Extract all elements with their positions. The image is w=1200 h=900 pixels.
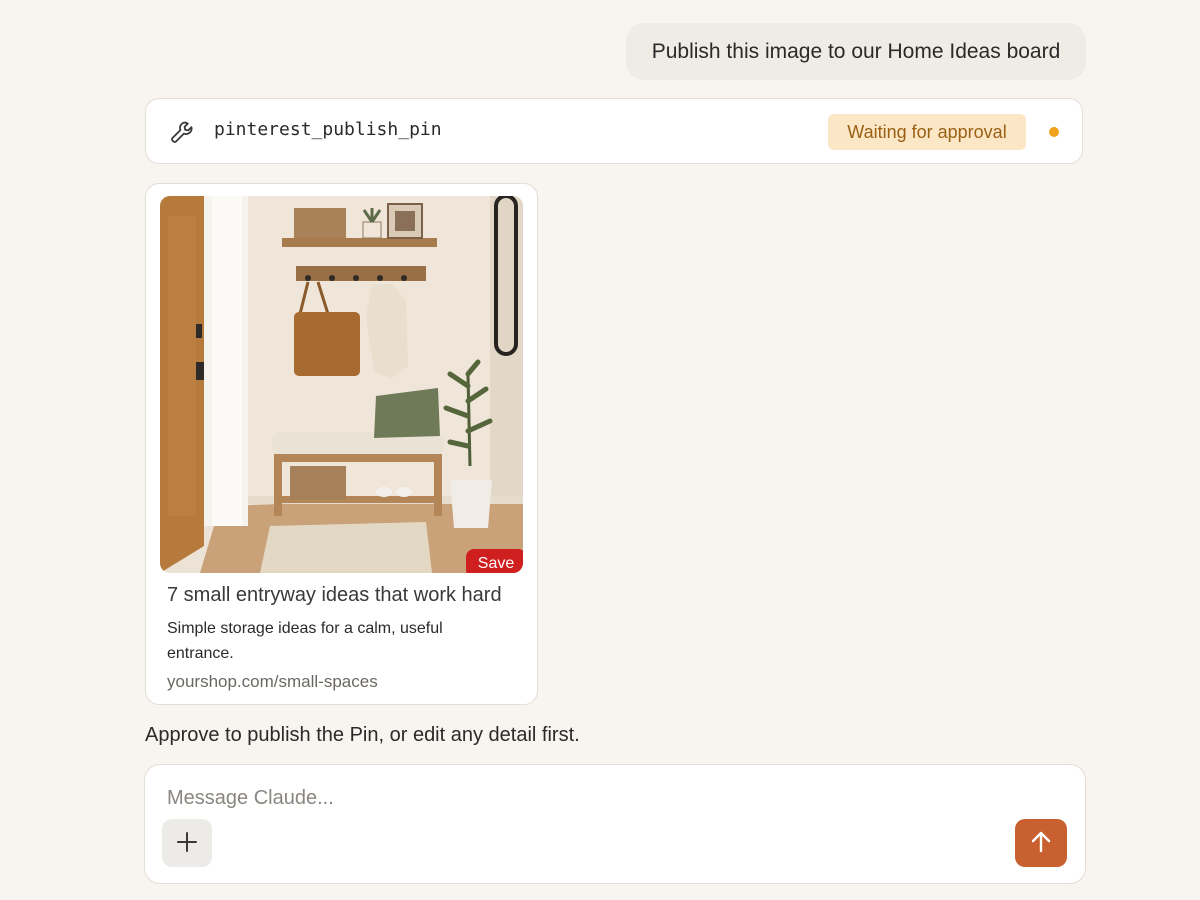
pin-title: 7 small entryway ideas that work hard [167, 584, 502, 606]
user-message-text: Publish this image to our Home Ideas boa… [651, 39, 1061, 63]
chat-page: Publish this image to our Home Ideas boa… [0, 0, 1200, 900]
plus-icon [175, 830, 199, 857]
pin-image: Save [160, 196, 523, 573]
message-composer [144, 764, 1086, 884]
pin-description: Simple storage ideas for a calm, useful … [167, 620, 443, 662]
status-dot [1049, 127, 1059, 137]
wrench-icon [168, 118, 196, 146]
tool-call-card[interactable]: pinterest_publish_pin Waiting for approv… [145, 98, 1083, 164]
status-badge: Waiting for approval [828, 114, 1026, 150]
attach-button[interactable] [162, 819, 212, 867]
arrow-up-icon [1028, 829, 1054, 858]
pin-link[interactable]: yourshop.com/small-spaces [167, 672, 378, 692]
user-message-bubble: Publish this image to our Home Ideas boa… [626, 23, 1086, 80]
assistant-message: Approve to publish the Pin, or edit any … [145, 724, 580, 746]
send-button[interactable] [1015, 819, 1067, 867]
pin-preview-card[interactable]: Save 7 small entryway ideas that work ha… [145, 183, 538, 705]
message-input[interactable] [167, 783, 1027, 813]
save-button[interactable]: Save [466, 549, 523, 573]
tool-name: pinterest_publish_pin [214, 119, 442, 140]
